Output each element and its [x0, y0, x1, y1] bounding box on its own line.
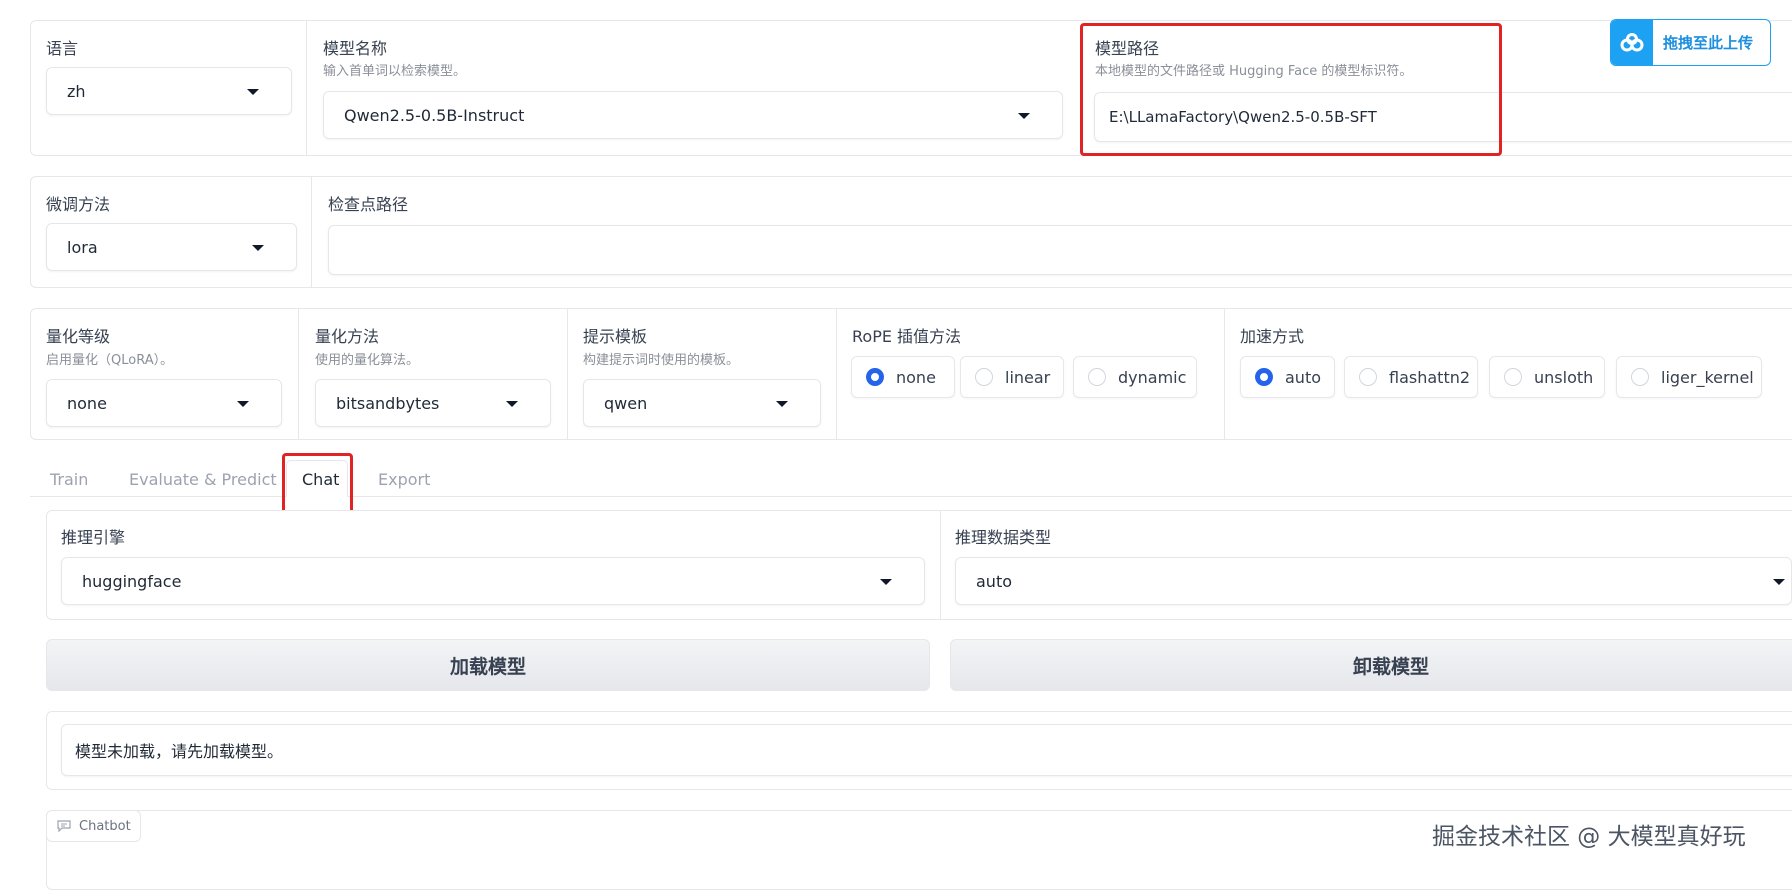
accel-option-unsloth[interactable]: unsloth [1489, 356, 1605, 398]
prompt-template-label: 提示模板 [583, 327, 648, 346]
accel-option-liger-kernel[interactable]: liger_kernel [1616, 356, 1762, 398]
prompt-template-value: qwen [604, 393, 648, 413]
rope-option-label: linear [1005, 367, 1051, 387]
chevron-down-icon [1018, 113, 1030, 119]
inference-dtype-value: auto [976, 571, 1013, 591]
tab-evaluate-predict[interactable]: Evaluate & Predict [129, 470, 277, 489]
divider [298, 309, 299, 439]
quant-method-dropdown[interactable]: bitsandbytes [315, 379, 551, 427]
checkpoint-dropdown[interactable] [328, 225, 1792, 275]
chatbot-label: Chatbot [79, 818, 131, 834]
inference-engine-value: huggingface [82, 571, 182, 591]
radio-unchecked-icon [1631, 368, 1649, 386]
chevron-down-icon [247, 89, 259, 95]
model-path-highlight [1080, 23, 1502, 156]
finetune-method-label: 微调方法 [46, 195, 111, 214]
checkpoint-label: 检查点路径 [328, 195, 409, 214]
tab-chat-highlight [282, 453, 353, 514]
accel-option-label: auto [1285, 367, 1322, 387]
finetune-method-dropdown[interactable]: lora [46, 223, 297, 271]
load-model-button[interactable]: 加载模型 [46, 639, 930, 691]
rope-option-linear[interactable]: linear [960, 356, 1064, 398]
tab-export[interactable]: Export [378, 470, 430, 489]
quant-method-label: 量化方法 [315, 327, 380, 346]
language-dropdown[interactable]: zh [46, 67, 292, 115]
prompt-template-hint: 构建提示词时使用的模板。 [583, 353, 740, 368]
accel-option-label: unsloth [1534, 367, 1594, 387]
radio-unchecked-icon [1088, 368, 1106, 386]
radio-unchecked-icon [1359, 368, 1377, 386]
divider [306, 21, 307, 155]
model-name-dropdown[interactable]: Qwen2.5-0.5B-Instruct [323, 91, 1063, 139]
chevron-down-icon [1773, 579, 1785, 585]
radio-unchecked-icon [1504, 368, 1522, 386]
status-textbox[interactable]: 模型未加载，请先加载模型。 [61, 724, 1792, 776]
rope-option-label: none [896, 367, 936, 387]
unload-model-button[interactable]: 卸载模型 [950, 639, 1792, 691]
divider [940, 511, 941, 619]
quant-level-label: 量化等级 [46, 327, 111, 346]
chevron-down-icon [237, 401, 249, 407]
quant-method-hint: 使用的量化算法。 [315, 353, 420, 368]
accel-option-label: flashattn2 [1389, 367, 1471, 387]
status-text: 模型未加载，请先加载模型。 [75, 742, 284, 761]
inference-engine-dropdown[interactable]: huggingface [61, 557, 925, 605]
quant-level-value: none [67, 393, 107, 413]
chevron-down-icon [252, 245, 264, 251]
rope-option-dynamic[interactable]: dynamic [1073, 356, 1197, 398]
inference-dtype-label: 推理数据类型 [955, 528, 1052, 547]
inference-dtype-dropdown[interactable]: auto [955, 557, 1792, 605]
chat-bubble-icon [57, 820, 71, 832]
rope-label: RoPE 插值方法 [852, 327, 962, 346]
divider [1224, 309, 1225, 439]
radio-unchecked-icon [975, 368, 993, 386]
accel-option-flashattn2[interactable]: flashattn2 [1344, 356, 1478, 398]
prompt-template-dropdown[interactable]: qwen [583, 379, 821, 427]
radio-checked-icon [866, 368, 884, 386]
quant-level-hint: 启用量化（QLoRA）。 [46, 353, 174, 368]
baidu-cloud-icon [1611, 20, 1653, 65]
model-name-label: 模型名称 [323, 39, 388, 58]
chevron-down-icon [880, 579, 892, 585]
model-name-hint: 输入首单词以检索模型。 [323, 64, 467, 79]
model-name-value: Qwen2.5-0.5B-Instruct [344, 105, 525, 125]
radio-checked-icon [1255, 368, 1273, 386]
rope-option-none[interactable]: none [851, 356, 955, 398]
quant-level-dropdown[interactable]: none [46, 379, 282, 427]
chevron-down-icon [506, 401, 518, 407]
inference-engine-label: 推理引擎 [61, 528, 126, 547]
quant-method-value: bitsandbytes [336, 393, 440, 413]
upload-badge[interactable]: 拖拽至此上传 [1610, 19, 1771, 66]
accel-option-auto[interactable]: auto [1240, 356, 1335, 398]
acceleration-label: 加速方式 [1240, 327, 1305, 346]
accel-option-label: liger_kernel [1661, 367, 1754, 387]
finetune-method-value: lora [67, 237, 98, 257]
language-value: zh [67, 81, 86, 101]
upload-badge-label: 拖拽至此上传 [1663, 34, 1754, 52]
divider [836, 309, 837, 439]
watermark: 掘金技术社区 @ 大模型真好玩 [1432, 824, 1746, 850]
divider [311, 177, 312, 287]
rope-option-label: dynamic [1118, 367, 1187, 387]
chatbot-label-chip: Chatbot [46, 810, 141, 842]
chevron-down-icon [776, 401, 788, 407]
divider [567, 309, 568, 439]
language-label: 语言 [46, 39, 79, 58]
tab-train[interactable]: Train [50, 470, 88, 489]
